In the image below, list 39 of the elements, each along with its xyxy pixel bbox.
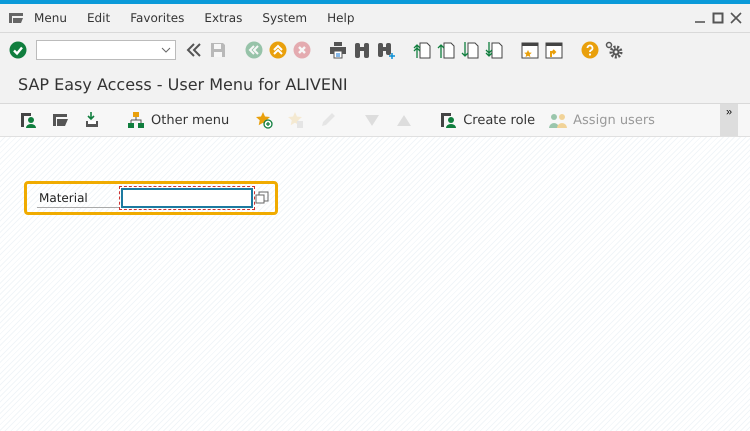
gear-icon: [605, 41, 623, 59]
star-trash-icon: [287, 111, 306, 129]
menu-item[interactable]: Menu: [24, 11, 77, 25]
cancel-circle-icon: [293, 41, 311, 59]
command-field[interactable]: [36, 40, 176, 60]
role-icon: [439, 111, 458, 129]
menu-item[interactable]: Edit: [76, 11, 120, 25]
user-menu-icon: [19, 111, 37, 129]
binoculars-icon: [353, 41, 371, 59]
material-input[interactable]: [121, 188, 253, 208]
tray-download-icon: [83, 111, 101, 129]
page-up-icon: [437, 41, 455, 59]
help-icon: [581, 41, 599, 59]
toolbar-button[interactable]: Create role: [432, 111, 542, 129]
menu-item[interactable]: Extras: [194, 11, 252, 25]
menu-item[interactable]: System: [252, 11, 318, 25]
close-icon[interactable]: [730, 12, 742, 24]
check-icon: [9, 41, 27, 59]
double-chevron-icon: [185, 41, 203, 59]
maximize-icon[interactable]: [712, 12, 724, 24]
screen-title: SAP Easy Access - User Menu for ALIVENI: [0, 67, 750, 104]
toolbar-button[interactable]: Other menu: [120, 111, 236, 129]
menu-item[interactable]: Help: [317, 11, 364, 25]
menu-item[interactable]: Favorites: [120, 11, 194, 25]
up-circle-icon: [269, 41, 287, 59]
hierarchy-icon: [127, 111, 145, 129]
page-down-icon: [461, 41, 479, 59]
folder-menu-icon: [51, 111, 69, 129]
back-circle-icon: [245, 41, 263, 59]
overflow-button[interactable]: »: [720, 104, 738, 136]
binoculars-plus-icon: [377, 41, 395, 59]
page-up-double-icon: [413, 41, 431, 59]
star-plus-icon: [255, 111, 274, 129]
value-help-icon[interactable]: [255, 191, 269, 205]
menu-icon[interactable]: [8, 12, 24, 24]
users-icon: [549, 111, 568, 129]
printer-icon: [329, 41, 347, 59]
page-down-double-icon: [485, 41, 503, 59]
dropdown-caret-icon: [161, 47, 171, 53]
